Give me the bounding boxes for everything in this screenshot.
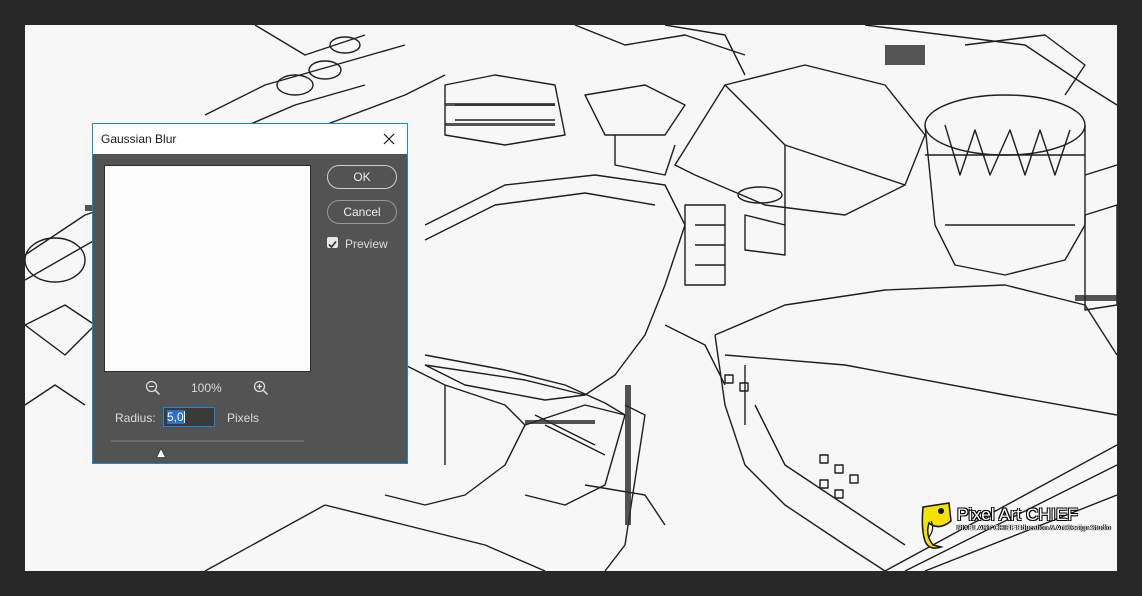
zoom-in-icon bbox=[253, 380, 269, 396]
close-icon bbox=[383, 133, 395, 145]
watermark-title: Pixel Art CHIEF bbox=[957, 505, 1079, 524]
zoom-in-button[interactable] bbox=[252, 379, 270, 397]
zoom-out-button[interactable] bbox=[144, 379, 162, 397]
chameleon-logo-icon bbox=[921, 502, 952, 549]
radius-value: 5,0 bbox=[167, 410, 184, 424]
checkmark-icon bbox=[328, 240, 337, 249]
zoom-out-icon bbox=[145, 380, 161, 396]
close-button[interactable] bbox=[373, 124, 405, 154]
preview-label[interactable]: Preview bbox=[345, 237, 388, 251]
ok-button[interactable]: OK bbox=[327, 165, 397, 189]
preview-thumbnail[interactable] bbox=[104, 165, 311, 372]
text-cursor bbox=[183, 411, 185, 423]
zoom-level-text: 100% bbox=[191, 381, 222, 395]
radius-unit-label: Pixels bbox=[227, 411, 260, 425]
cancel-button[interactable]: Cancel bbox=[327, 200, 397, 224]
radius-input[interactable]: 5,0 bbox=[163, 407, 215, 427]
dialog-title: Gaussian Blur bbox=[101, 132, 177, 146]
watermark-subtitle: PIXEL ART CHIEF Education & Art Design S… bbox=[957, 525, 1111, 532]
radius-slider-track[interactable] bbox=[111, 440, 304, 442]
preview-checkbox[interactable] bbox=[327, 237, 338, 249]
radius-slider-handle[interactable] bbox=[156, 445, 167, 458]
radius-label: Radius: bbox=[115, 411, 156, 425]
slider-triangle-icon bbox=[156, 447, 167, 458]
dialog-titlebar[interactable]: Gaussian Blur bbox=[93, 124, 407, 154]
gaussian-blur-dialog: Gaussian Blur 100% Radius: 5,0 Pixels OK… bbox=[92, 123, 408, 464]
watermark-logo: Pixel Art CHIEF PIXEL ART CHIEF Educatio… bbox=[921, 501, 1111, 561]
